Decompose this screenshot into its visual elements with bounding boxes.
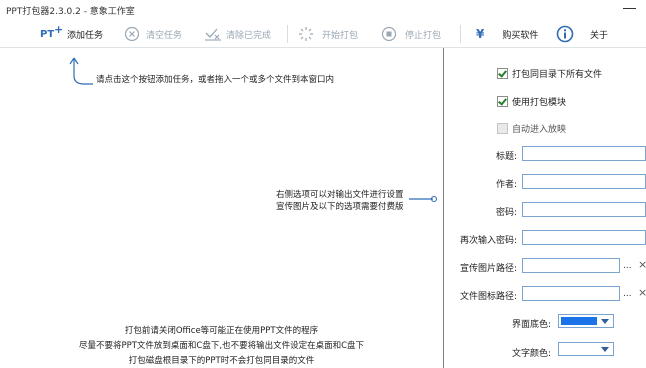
options-hint-line1: 右侧选项可以对输出文件进行设置 [276,190,404,200]
add-ppt-badge: PT [40,29,55,40]
clear-tasks-label: 清空任务 [146,30,183,41]
window-title: PPT打包器2.3.0.2 - 意象工作室 [6,7,135,17]
toolbar-separator [287,25,288,43]
clear-completed-button[interactable]: 清除已完成 [204,21,271,47]
promo-image-input[interactable] [522,258,620,273]
text-color-select[interactable] [558,342,614,356]
bg-color-label: 界面底色: [511,320,551,330]
hint-arrow-up-icon [69,57,93,85]
clear-circle-icon [124,26,140,42]
text-color-label: 文字颜色: [511,349,551,359]
bg-color-select[interactable] [558,314,614,328]
checkbox-disabled-icon [497,123,508,134]
add-ppt-icon: PT + [40,23,64,43]
stop-pack-label: 停止打包 [405,30,442,41]
pack-all-files-label: 打包同目录下所有文件 [512,70,603,80]
toolbar: PT + 添加任务 清空任务 清除已完成 开始打包 停止打包 ¥ 购买软件 关于 [0,19,646,48]
about-label: 关于 [590,30,609,41]
stop-icon [381,26,397,42]
note-line-3: 打包磁盘根目录下的PPT时不会打包同目录的文件 [128,356,315,366]
buy-software-button[interactable]: ¥ 购买软件 [476,21,538,47]
title-bar: PPT打包器2.3.0.2 - 意象工作室 [0,0,646,19]
start-pack-icon [299,27,313,41]
about-button[interactable]: 关于 [556,21,608,47]
add-task-hint: 请点击这个按钮添加任务，或者拖入一个或多个文件到本窗口内 [96,75,335,85]
use-pack-module-checkbox[interactable]: 使用打包模块 [497,95,566,108]
hint-arrow-right-icon [409,195,438,203]
promo-remove-button[interactable]: × [638,258,646,271]
options-panel: 打包同目录下所有文件 使用打包模块 自动进入放映 标题: 作者: 密码: 再次输… [444,48,646,368]
info-icon [556,25,574,43]
file-icon-label: 文件图标路径: [459,292,517,302]
promo-browse-button[interactable]: ... [623,261,632,271]
add-task-button[interactable]: PT + 添加任务 [40,21,103,47]
yen-icon: ¥ [476,27,485,41]
toolbar-separator [460,25,461,43]
promo-image-label: 宣传图片路径: [459,264,517,274]
author-input[interactable] [522,174,646,189]
plus-icon: + [54,23,64,36]
task-list-area[interactable]: 请点击这个按钮添加任务，或者拖入一个或多个文件到本窗口内 右侧选项可以对输出文件… [0,48,443,368]
clear-completed-label: 清除已完成 [226,30,272,41]
password-label: 密码: [495,208,517,218]
icon-browse-button[interactable]: ... [623,289,632,299]
confirm-password-label: 再次输入密码: [459,236,517,246]
password-input[interactable] [522,202,646,217]
add-task-label: 添加任务 [67,30,104,41]
confirm-password-input[interactable] [522,230,646,245]
checkbox-checked-icon [497,96,508,107]
bg-color-swatch [561,317,597,325]
stop-pack-button[interactable]: 停止打包 [381,21,441,47]
checkbox-checked-icon [497,68,508,79]
options-hint-line2: 宣传图片及以下的选项需要付费版 [276,202,404,212]
note-line-2: 尽量不要将PPT文件放到桌面和C盘下,也不要将输出文件设定在桌面和C盘下 [78,341,365,351]
author-label: 作者: [495,180,517,190]
pack-all-files-checkbox[interactable]: 打包同目录下所有文件 [497,67,602,80]
start-pack-button[interactable]: 开始打包 [298,21,358,47]
auto-slideshow-checkbox[interactable]: 自动进入放映 [497,122,566,135]
note-line-1: 打包前请关闭Office等可能正在使用PPT文件的程序 [124,326,319,336]
title-label: 标题: [495,152,517,162]
dropdown-arrow-icon [601,319,609,324]
start-pack-label: 开始打包 [322,30,359,41]
auto-slideshow-label: 自动进入放映 [512,125,567,135]
use-pack-module-label: 使用打包模块 [512,98,567,108]
clear-tasks-button[interactable]: 清空任务 [124,21,182,47]
minimize-icon [623,8,636,9]
title-input[interactable] [522,146,646,161]
buy-software-label: 购买软件 [502,30,539,41]
clear-completed-icon [205,28,221,41]
file-icon-input[interactable] [522,286,620,301]
icon-remove-button[interactable]: × [638,286,646,299]
dropdown-arrow-icon [601,347,609,352]
minimize-button[interactable] [620,2,640,16]
